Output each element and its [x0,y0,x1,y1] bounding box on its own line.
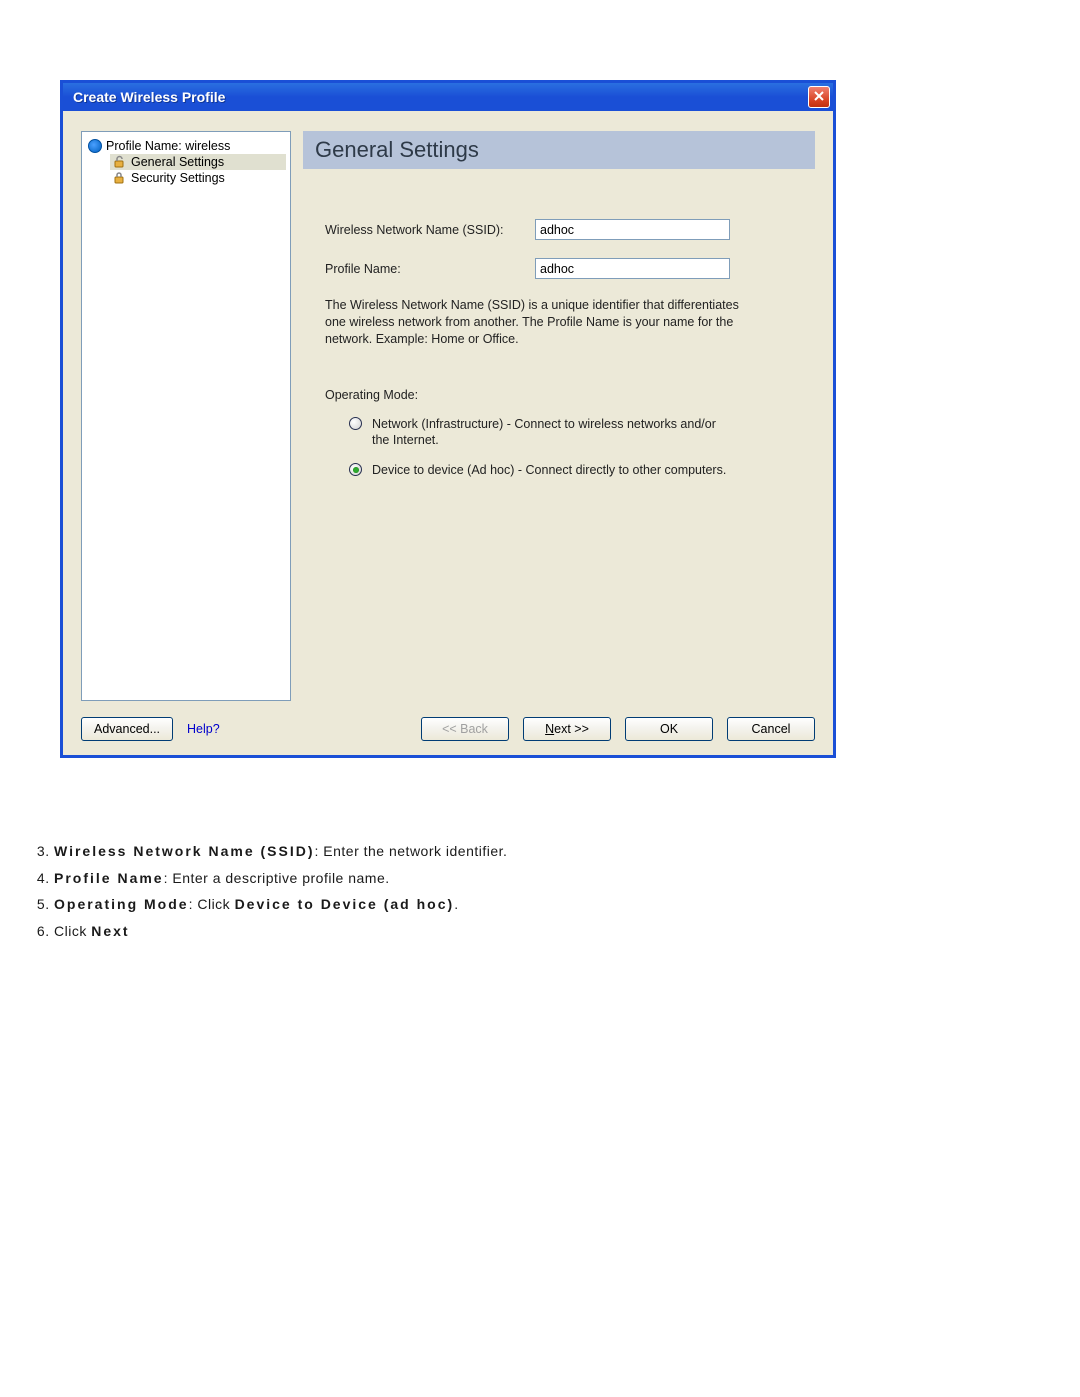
help-link[interactable]: Help? [187,722,220,736]
radio-icon [349,417,362,430]
window-title: Create Wireless Profile [73,89,225,105]
tree-item-label: Security Settings [131,171,225,185]
dialog-window: Create Wireless Profile Profile Name: wi… [60,80,836,758]
back-button[interactable]: << Back [421,717,509,741]
radio-adhoc[interactable]: Device to device (Ad hoc) - Connect dire… [349,462,729,478]
ssid-label: Wireless Network Name (SSID): [325,223,535,237]
button-row: Advanced... Help? << Back Next >> OK Can… [81,717,815,741]
radio-icon [349,463,362,476]
lock-open-icon [112,155,126,169]
titlebar: Create Wireless Profile [63,83,833,111]
close-icon [813,89,825,105]
section-header: General Settings [303,131,815,169]
tree-item-security[interactable]: Security Settings [110,170,286,186]
content-panel: General Settings Wireless Network Name (… [303,131,815,701]
cancel-button[interactable]: Cancel [727,717,815,741]
nav-tree: Profile Name: wireless General Settings … [81,131,291,701]
lock-icon [112,171,126,185]
advanced-button[interactable]: Advanced... [81,717,173,741]
radio-infrastructure-label: Network (Infrastructure) - Connect to wi… [372,416,729,449]
instruction-step: Click Next [54,918,1020,945]
window-body: Profile Name: wireless General Settings … [63,111,833,755]
tree-item-general[interactable]: General Settings [110,154,286,170]
instruction-step: Profile Name: Enter a descriptive profil… [54,865,1020,892]
ok-button[interactable]: OK [625,717,713,741]
ssid-input[interactable] [535,219,730,240]
next-button[interactable]: Next >> [523,717,611,741]
close-button[interactable] [808,86,830,108]
profile-name-label: Profile Name: [325,262,535,276]
ssid-help-text: The Wireless Network Name (SSID) is a un… [325,297,745,348]
instruction-step: Operating Mode: Click Device to Device (… [54,891,1020,918]
instruction-step: Wireless Network Name (SSID): Enter the … [54,838,1020,865]
radio-adhoc-label: Device to device (Ad hoc) - Connect dire… [372,462,726,478]
tree-root-profile[interactable]: Profile Name: wireless [86,138,286,154]
operating-mode-label: Operating Mode: [325,388,801,402]
profile-name-input[interactable] [535,258,730,279]
radio-infrastructure[interactable]: Network (Infrastructure) - Connect to wi… [349,416,729,449]
wifi-icon [88,139,102,153]
tree-item-label: General Settings [131,155,224,169]
instructions: Wireless Network Name (SSID): Enter the … [32,838,1020,944]
tree-root-label: Profile Name: wireless [106,139,230,153]
